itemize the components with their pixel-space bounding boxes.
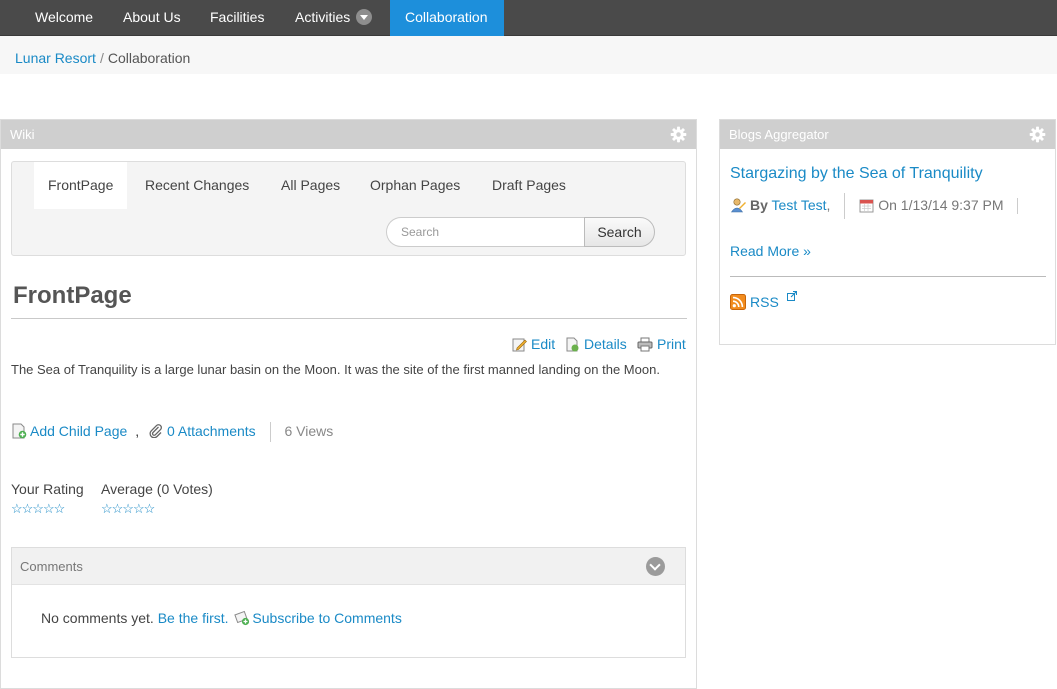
details-icon <box>566 337 579 352</box>
comma-separator: , <box>135 423 140 439</box>
edit-label: Edit <box>531 336 556 352</box>
attachments-label: 0 Attachments <box>166 423 256 439</box>
be-the-first-link[interactable]: Be the first. <box>158 610 229 626</box>
tab-frontpage[interactable]: FrontPage <box>34 162 128 209</box>
search-button[interactable]: Search <box>584 217 655 247</box>
edit-icon <box>512 338 527 352</box>
comments-title: Comments <box>20 559 83 574</box>
nav-item-activities[interactable]: Activities <box>280 0 387 36</box>
nav-item-facilities[interactable]: Facilities <box>195 0 279 36</box>
top-navigation: Welcome About Us Facilities Activities C… <box>0 0 1057 36</box>
by-label: By <box>750 197 768 213</box>
your-rating-stars[interactable]: ☆☆☆☆☆ <box>11 501 65 517</box>
add-child-page-button[interactable]: Add Child Page <box>11 423 127 439</box>
average-rating-stars: ☆☆☆☆☆ <box>101 501 155 516</box>
tab-draft-pages[interactable]: Draft Pages <box>478 162 580 209</box>
divider <box>11 318 687 319</box>
breadcrumb-link-lunar-resort[interactable]: Lunar Resort <box>15 50 96 66</box>
comma-separator: , <box>826 197 831 213</box>
wiki-portlet-header: Wiki <box>1 120 696 149</box>
comments-header[interactable]: Comments <box>12 548 685 585</box>
calendar-icon <box>859 199 874 213</box>
comments-panel: Comments No comments yet. Be the first. … <box>11 547 686 658</box>
print-button[interactable]: Print <box>637 335 686 353</box>
printer-icon <box>637 337 653 352</box>
author-icon <box>730 198 746 213</box>
details-label: Details <box>584 336 627 352</box>
details-button[interactable]: Details <box>565 335 627 353</box>
tab-all-pages[interactable]: All Pages <box>267 162 354 209</box>
add-page-icon <box>12 423 27 439</box>
wiki-navigation: FrontPage Recent Changes All Pages Orpha… <box>11 161 686 256</box>
breadcrumb-separator: / <box>99 50 104 66</box>
gear-icon[interactable] <box>670 126 687 143</box>
author-link[interactable]: Test Test <box>772 197 827 213</box>
add-child-page-label: Add Child Page <box>30 423 128 439</box>
wiki-portlet-title: Wiki <box>10 127 35 142</box>
blog-entry-date: On 1/13/14 9:37 PM <box>878 197 1004 213</box>
blogs-aggregator-portlet: Blogs Aggregator Stargazing by the Sea o… <box>719 119 1056 345</box>
gear-icon[interactable] <box>1029 126 1046 143</box>
print-label: Print <box>657 336 686 352</box>
rss-link[interactable]: RSS <box>730 290 797 311</box>
nav-item-collaboration[interactable]: Collaboration <box>390 0 504 36</box>
blog-entry-title-link[interactable]: Stargazing by the Sea of Tranquility <box>730 165 983 183</box>
no-comments-text: No comments yet. <box>41 610 154 626</box>
divider <box>1017 198 1019 215</box>
nav-item-welcome[interactable]: Welcome <box>20 0 108 36</box>
page-title: FrontPage <box>13 282 132 309</box>
rss-icon <box>730 294 746 311</box>
tab-recent-changes[interactable]: Recent Changes <box>131 162 263 209</box>
attachments-link[interactable]: 0 Attachments <box>149 423 256 439</box>
page-meta: Add Child Page , 0 Attachments 6 Views <box>11 422 334 443</box>
paperclip-icon <box>149 424 162 439</box>
subscribe-icon <box>234 611 250 626</box>
external-link-icon <box>786 290 797 301</box>
average-rating-label: Average (0 Votes) <box>101 481 213 497</box>
search-input[interactable] <box>386 217 584 247</box>
nav-item-about-us[interactable]: About Us <box>108 0 196 36</box>
edit-button[interactable]: Edit <box>512 335 555 353</box>
nav-item-activities-label: Activities <box>295 9 351 25</box>
blog-entry-meta: By Test Test, On 1/13/14 9:37 PM <box>730 193 1028 220</box>
breadcrumb-current: Collaboration <box>107 50 191 66</box>
views-count: 6 Views <box>284 423 334 439</box>
wiki-portlet: Wiki FrontPage Recent Changes All Pages … <box>0 119 697 689</box>
rss-label: RSS <box>750 294 779 310</box>
divider <box>730 276 1046 277</box>
chevron-down-icon[interactable] <box>356 9 373 26</box>
your-rating-label: Your Rating <box>11 481 84 497</box>
read-more-link[interactable]: Read More » <box>730 243 811 259</box>
subscribe-comments-label: Subscribe to Comments <box>252 610 402 626</box>
subscribe-comments-button[interactable]: Subscribe to Comments <box>232 610 402 626</box>
divider <box>844 193 846 220</box>
blogs-portlet-title: Blogs Aggregator <box>729 127 829 142</box>
page-content: The Sea of Tranquility is a large lunar … <box>11 362 660 377</box>
comments-body: No comments yet. Be the first. Subscribe… <box>41 610 402 627</box>
breadcrumb: Lunar Resort / Collaboration <box>0 36 1057 74</box>
chevron-down-icon[interactable] <box>646 557 665 576</box>
blogs-portlet-header: Blogs Aggregator <box>720 120 1055 149</box>
divider <box>269 422 271 443</box>
tab-orphan-pages[interactable]: Orphan Pages <box>356 162 474 209</box>
